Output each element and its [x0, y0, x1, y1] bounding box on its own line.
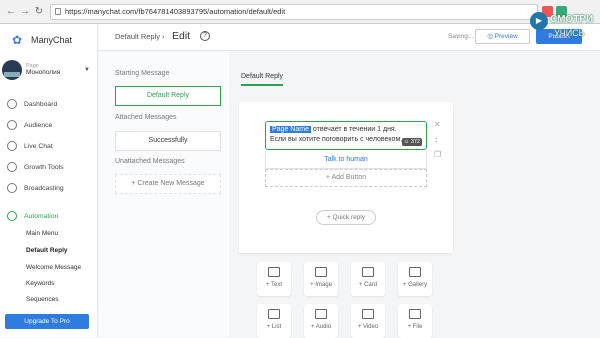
growth-icon — [7, 162, 17, 172]
automation-icon — [7, 211, 17, 221]
page-selector[interactable]: Page Монополия ▼ — [2, 59, 96, 81]
gallery-icon — [409, 267, 421, 277]
message-list-panel: Starting Message Default Reply Attached … — [99, 52, 229, 337]
sidebar-item-label: Growth Tools — [24, 163, 64, 171]
sidebar-item-label: Live Chat — [24, 142, 53, 150]
address-bar[interactable]: https://manychat.com/fb764781403893795/a… — [50, 4, 538, 20]
dashboard-icon — [7, 99, 17, 109]
add-text-tile[interactable]: + Text — [257, 262, 291, 296]
sidebar-item-live-chat[interactable]: Live Chat — [0, 138, 98, 154]
subnav-keywords[interactable]: Keywords — [26, 280, 55, 287]
unattached-messages-label: Unattached Messages — [115, 158, 185, 165]
attached-message-item[interactable]: Successfully — [115, 131, 221, 151]
starting-message-item[interactable]: Default Reply — [115, 86, 221, 106]
back-icon[interactable]: ← — [4, 5, 18, 19]
sidebar-item-broadcasting[interactable]: Broadcasting — [0, 180, 98, 196]
upgrade-button[interactable]: Upgrade To Pro — [5, 314, 89, 329]
manychat-logo-icon: ✿ — [12, 33, 23, 47]
editor-canvas: Default Reply Page Name отвечает в течен… — [229, 52, 600, 338]
tile-label: + Gallery — [402, 282, 428, 288]
tile-label: + Card — [358, 282, 378, 288]
file-icon — [409, 309, 421, 319]
add-card-tile[interactable]: + Card — [351, 262, 385, 296]
sidebar-item-dashboard[interactable]: Dashboard — [0, 96, 98, 112]
forward-icon[interactable]: → — [18, 5, 32, 19]
sidebar-item-growth-tools[interactable]: Growth Tools — [0, 159, 98, 175]
subnav-welcome-message[interactable]: Welcome Message — [26, 264, 81, 271]
text-icon — [268, 267, 280, 277]
add-image-tile[interactable]: + Image — [304, 262, 338, 296]
sidebar-item-audience[interactable]: Audience — [0, 117, 98, 133]
chevron-down-icon[interactable]: ▼ — [84, 67, 90, 73]
video-icon — [362, 309, 374, 319]
copy-icon[interactable]: ❐ — [434, 150, 441, 159]
brand[interactable]: ✿ ManyChat — [12, 33, 72, 47]
add-file-tile[interactable]: + File — [398, 304, 432, 338]
talk-to-human-button[interactable]: Talk to human — [265, 151, 427, 169]
subnav-sequences[interactable]: Sequences — [26, 296, 59, 303]
card-icon — [362, 267, 374, 277]
attached-messages-label: Attached Messages — [115, 114, 177, 121]
url-text: https://manychat.com/fb764781403893795/a… — [65, 7, 286, 16]
preview-button[interactable]: ◎ Preview — [475, 29, 530, 44]
add-button[interactable]: + Add Button — [265, 169, 427, 187]
tile-label: + Audio — [310, 324, 332, 330]
sidebar-item-label: Broadcasting — [24, 184, 64, 192]
char-counter: ☺ 372 — [401, 138, 422, 146]
tab-default-reply[interactable]: Default Reply — [241, 73, 284, 86]
image-icon — [315, 267, 327, 277]
subnav-main-menu[interactable]: Main Menu — [26, 230, 58, 237]
sidebar-item-automation[interactable]: Automation — [0, 208, 98, 224]
add-audio-tile[interactable]: + Audio — [304, 304, 338, 338]
add-gallery-tile[interactable]: + Gallery — [398, 262, 432, 296]
message-card: Page Name отвечает в течении 1 дня. Если… — [239, 102, 453, 253]
sidebar-item-label: Dashboard — [24, 100, 58, 108]
lock-icon — [55, 8, 61, 15]
audio-icon — [315, 309, 327, 319]
quick-reply-button[interactable]: + Quick reply — [316, 210, 376, 225]
avatar — [2, 60, 22, 80]
chat-icon — [7, 141, 17, 151]
watermark-line2: УЧИСЬ — [554, 28, 585, 38]
page-name: Монополия — [26, 69, 61, 76]
drag-handle-icon[interactable]: ↕ — [434, 135, 438, 144]
sidebar-item-label: Automation — [24, 212, 59, 220]
watermark-logo: ▶ СМОТРИ УЧИСЬ — [530, 10, 594, 44]
tile-label: + List — [266, 324, 282, 330]
save-status: Saving... — [448, 33, 474, 40]
message-text-line1: отвечает в течении 1 дня. — [312, 126, 397, 133]
watermark-line1: СМОТРИ — [550, 14, 594, 25]
page-name-variable[interactable]: Page Name — [270, 126, 311, 133]
breadcrumb-link[interactable]: Default Reply — [115, 32, 160, 41]
add-video-tile[interactable]: + Video — [351, 304, 385, 338]
reload-icon[interactable]: ↻ — [32, 5, 46, 19]
preview-label: Preview — [494, 33, 518, 40]
page-title: Edit — [172, 30, 191, 42]
tile-label: + Image — [310, 282, 332, 288]
message-text-editor[interactable]: Page Name отвечает в течении 1 дня. Если… — [265, 121, 427, 150]
create-message-button[interactable]: + Create New Message — [115, 174, 221, 194]
sidebar: ✿ ManyChat Page Монополия ▼ Dashboard Au… — [0, 24, 98, 337]
tile-label: + File — [407, 324, 423, 330]
tile-label: + Text — [265, 282, 283, 288]
help-icon[interactable]: ? — [200, 31, 210, 41]
list-icon — [268, 309, 280, 319]
tile-label: + Video — [357, 324, 379, 330]
browser-toolbar: ← → ↻ https://manychat.com/fb76478140389… — [0, 0, 600, 24]
broadcast-icon — [7, 183, 17, 193]
audience-icon — [7, 120, 17, 130]
page-header: Default Reply › Edit ? Saving... ◎ Previ… — [99, 24, 600, 51]
watermark-circle-icon: ▶ — [530, 12, 548, 30]
subnav-default-reply[interactable]: Default Reply — [26, 247, 68, 254]
close-icon[interactable]: ✕ — [434, 120, 441, 129]
message-text-line2: Если вы хотите поговорить с человеком, — [270, 136, 403, 143]
breadcrumb[interactable]: Default Reply › — [115, 32, 165, 41]
brand-name: ManyChat — [31, 35, 73, 45]
starting-message-label: Starting Message — [115, 70, 170, 77]
sidebar-item-label: Audience — [24, 121, 53, 129]
add-list-tile[interactable]: + List — [257, 304, 291, 338]
